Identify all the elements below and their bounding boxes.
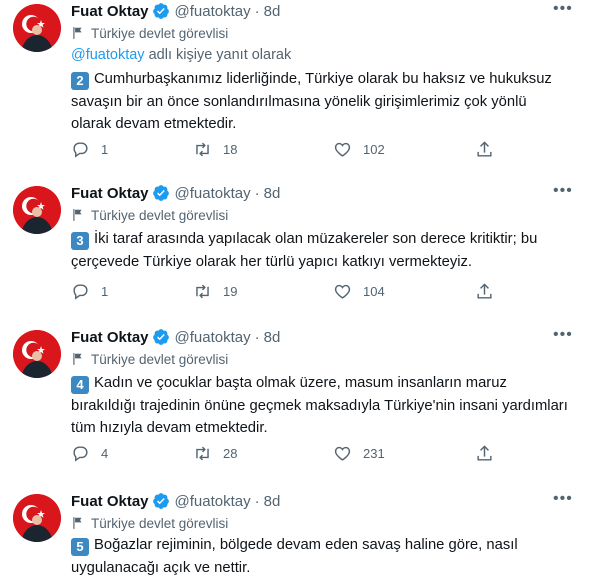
retweet-button[interactable]: 19 (193, 282, 237, 301)
avatar[interactable] (13, 330, 61, 378)
author-name[interactable]: Fuat Oktay (71, 493, 149, 510)
retweet-count: 19 (223, 284, 238, 299)
tweet-header: Fuat Oktay @fuatoktay · 8d (71, 182, 280, 204)
reply-button[interactable]: 1 (71, 140, 108, 159)
separator-dot: · (254, 184, 260, 202)
tweet-text-content: İki taraf arasında yapılacak olan müzake… (71, 231, 538, 270)
tweet-actions: 4 28 231 (71, 444, 511, 464)
tweet-text: 5 Boğazlar rejiminin, bölgede devam eden … (71, 534, 571, 579)
author-handle[interactable]: @fuatoktay (175, 493, 251, 510)
account-label-text: Türkiye devlet görevlisi (91, 207, 229, 223)
retweet-icon (196, 284, 209, 299)
tweet-text-content: Cumhurbaşkanımız liderliğinde, Türkiye o… (71, 71, 552, 132)
author-name[interactable]: Fuat Oktay (71, 329, 149, 346)
reply-count: 4 (101, 446, 109, 461)
more-icon[interactable]: ••• (553, 1, 572, 17)
account-label: Türkiye devlet görevlisi (71, 350, 228, 368)
tweet-text-content: Boğazlar rejiminin, bölgede devam eden s… (71, 537, 518, 576)
like-button[interactable]: 102 (333, 140, 385, 159)
retweet-icon (196, 446, 209, 461)
account-label-text: Türkiye devlet görevlisi (91, 515, 229, 531)
retweet-button[interactable]: 18 (193, 140, 237, 159)
like-count: 231 (363, 446, 385, 461)
like-button[interactable]: 231 (333, 444, 385, 463)
tweet-actions: 1 19 104 (71, 282, 511, 302)
account-label-text: Türkiye devlet görevlisi (91, 25, 229, 41)
like-count: 104 (363, 284, 385, 299)
turkish-flag-avatar (13, 330, 61, 378)
reply-button[interactable]: 4 (71, 444, 108, 463)
tweet-actions: 1 18 102 (71, 140, 511, 160)
flag-icon (73, 353, 82, 365)
verified-badge-icon (152, 493, 169, 509)
heart-icon (334, 446, 351, 461)
verified-badge-icon (152, 329, 169, 345)
more-icon[interactable]: ••• (553, 327, 572, 343)
number-badge: 3 (71, 232, 89, 250)
share-icon (477, 445, 492, 461)
reply-count: 1 (101, 142, 109, 157)
tweet-text: 4 Kadın ve çocuklar başta olmak üzere, ma… (71, 372, 571, 440)
flag-icon (73, 27, 82, 39)
share-icon (477, 283, 492, 299)
timestamp[interactable]: 8d (264, 185, 281, 202)
tweet-header: Fuat Oktay @fuatoktay · 8d (71, 490, 280, 512)
timestamp[interactable]: 8d (264, 493, 281, 510)
author-name[interactable]: Fuat Oktay (71, 3, 149, 20)
reply-icon (73, 142, 88, 158)
tweet-text-content: Kadın ve çocuklar başta olmak üzere, mas… (71, 375, 568, 436)
author-handle[interactable]: @fuatoktay (175, 329, 251, 346)
account-label: Türkiye devlet görevlisi (71, 514, 228, 532)
author-handle[interactable]: @fuatoktay (175, 185, 251, 202)
verified-badge-icon (152, 185, 169, 201)
account-label: Türkiye devlet görevlisi (71, 24, 228, 42)
timestamp[interactable]: 8d (264, 3, 281, 20)
number-badge: 2 (71, 72, 89, 90)
heart-icon (334, 142, 351, 157)
share-button[interactable] (475, 444, 494, 463)
more-icon[interactable]: ••• (553, 491, 572, 507)
like-count: 102 (363, 142, 385, 157)
reply-context-text: adlı kişiye yanıt olarak (144, 47, 292, 63)
reply-mention-link[interactable]: @fuatoktay (71, 47, 145, 63)
verified-badge-icon (152, 3, 169, 19)
retweet-count: 18 (223, 142, 238, 157)
reply-count: 1 (101, 284, 109, 299)
tweet-text: 2 Cumhurbaşkanımız liderliğinde, Türkiye … (71, 68, 571, 136)
share-button[interactable] (475, 282, 494, 301)
flag-icon (73, 209, 82, 221)
author-name[interactable]: Fuat Oktay (71, 185, 149, 202)
share-icon (477, 141, 492, 157)
avatar[interactable] (13, 186, 61, 234)
reply-icon (73, 446, 88, 462)
avatar[interactable] (13, 494, 61, 542)
reply-context: @fuatoktay adlı kişiye yanıt olarak (71, 47, 291, 63)
more-icon[interactable]: ••• (553, 183, 572, 199)
retweet-icon (196, 142, 209, 157)
number-badge: 4 (71, 376, 89, 394)
avatar[interactable] (13, 4, 61, 52)
number-badge: 5 (71, 538, 89, 556)
author-handle[interactable]: @fuatoktay (175, 3, 251, 20)
tweet-text: 3 İki taraf arasında yapılacak olan müzak… (71, 228, 571, 273)
tweet-header: Fuat Oktay @fuatoktay · 8d (71, 0, 280, 22)
reply-icon (73, 284, 88, 300)
share-button[interactable] (475, 140, 494, 159)
turkish-flag-avatar (13, 4, 61, 52)
separator-dot: · (254, 2, 260, 20)
separator-dot: · (254, 492, 260, 510)
like-button[interactable]: 104 (333, 282, 385, 301)
turkish-flag-avatar (13, 186, 61, 234)
account-label: Türkiye devlet görevlisi (71, 206, 228, 224)
heart-icon (334, 284, 351, 299)
timestamp[interactable]: 8d (264, 329, 281, 346)
separator-dot: · (254, 328, 260, 346)
retweet-count: 28 (223, 446, 238, 461)
retweet-button[interactable]: 28 (193, 444, 237, 463)
flag-icon (73, 517, 82, 529)
tweet-header: Fuat Oktay @fuatoktay · 8d (71, 326, 280, 348)
turkish-flag-avatar (13, 494, 61, 542)
account-label-text: Türkiye devlet görevlisi (91, 351, 229, 367)
reply-button[interactable]: 1 (71, 282, 108, 301)
